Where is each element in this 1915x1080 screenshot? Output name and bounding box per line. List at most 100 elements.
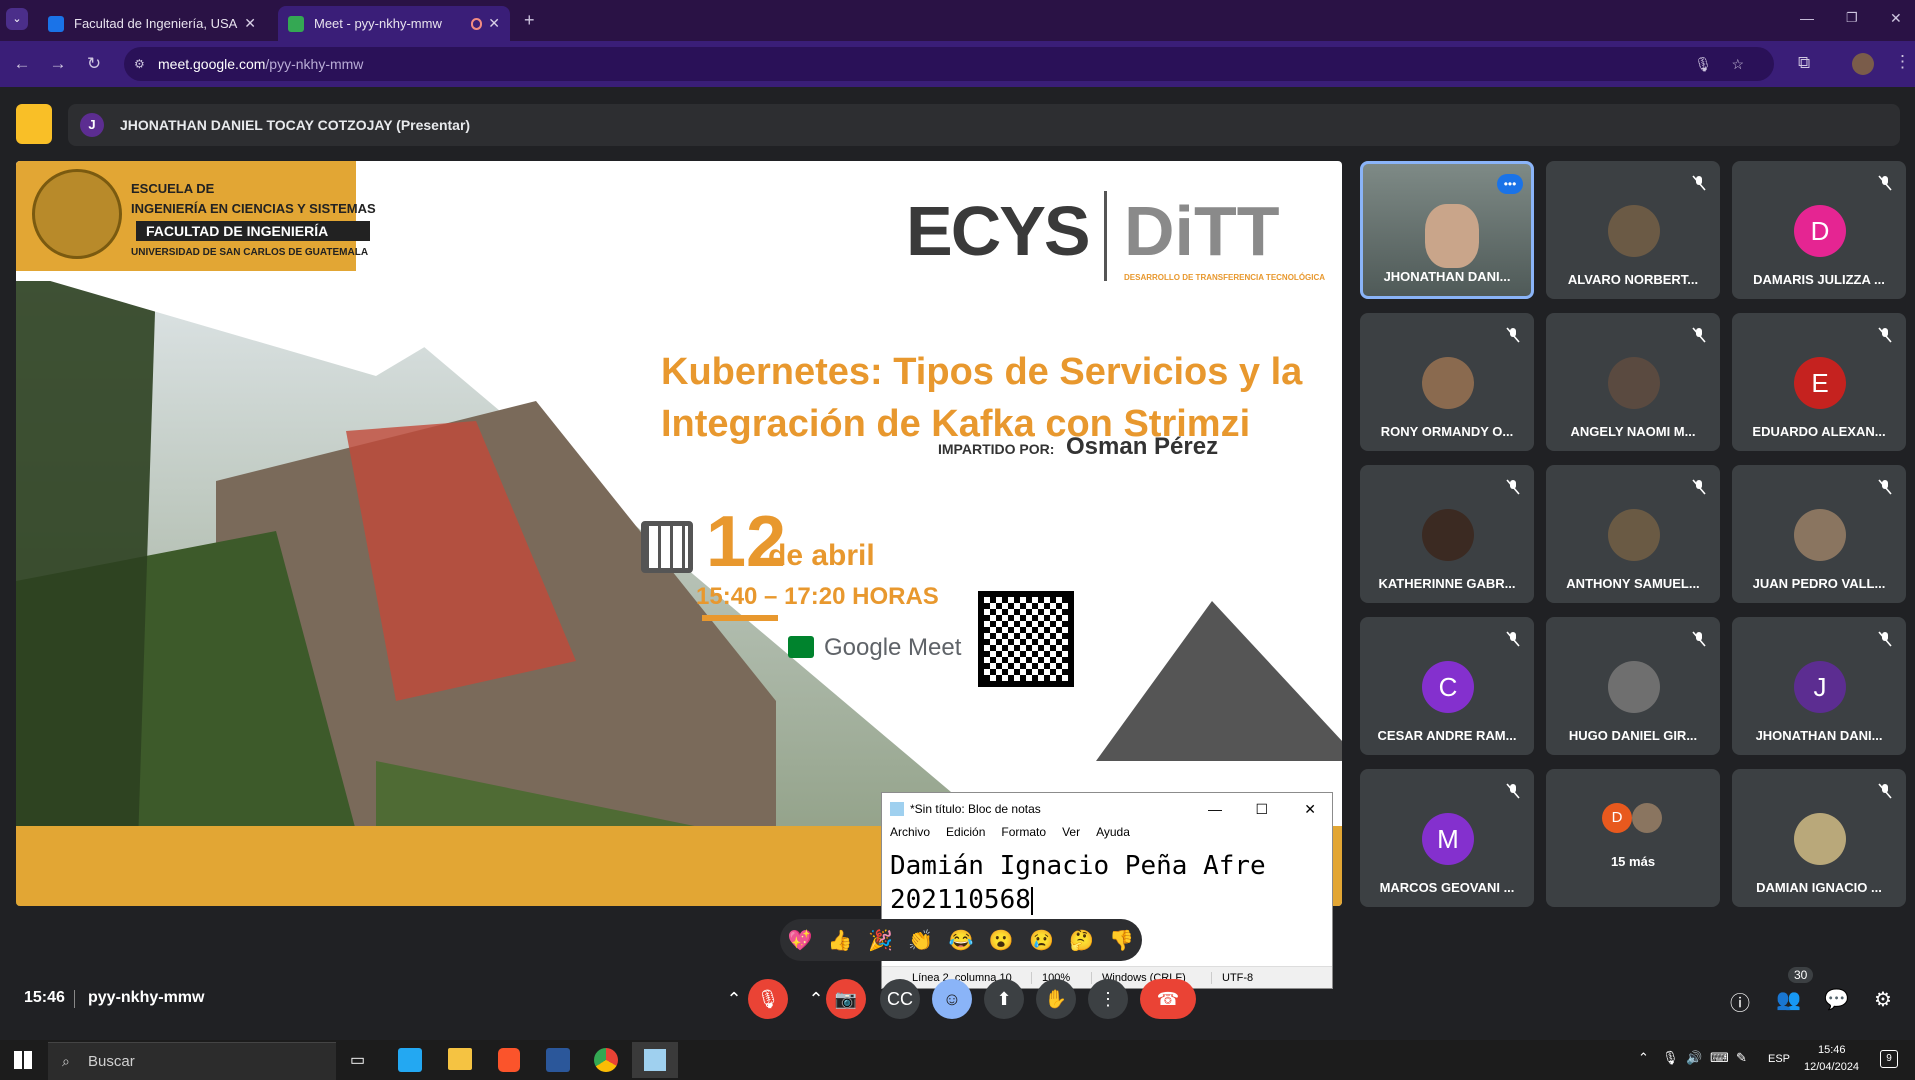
participant-tile[interactable]: J JHONATHAN DANI... — [1732, 617, 1906, 755]
participant-name: JHONATHAN DANI... — [1383, 269, 1511, 284]
close-tab-icon[interactable]: ✕ — [488, 15, 500, 32]
school-line-2: INGENIERÍA EN CIENCIAS Y SISTEMAS — [131, 201, 376, 216]
pen-icon[interactable]: ✎ — [1736, 1050, 1747, 1066]
sad-reaction-icon[interactable]: 😢 — [1029, 928, 1054, 953]
close-window-button[interactable]: ✕ — [1890, 10, 1902, 27]
thumbs-up-reaction-icon[interactable]: 👍 — [828, 928, 853, 953]
raise-hand-button[interactable]: ✋ — [1036, 979, 1076, 1019]
reload-button[interactable]: ↻ — [82, 53, 106, 75]
more-options-button[interactable]: ⋮ — [1088, 979, 1128, 1019]
captions-button[interactable]: CC — [880, 979, 920, 1019]
mic-off-button[interactable]: 🎙 — [748, 979, 788, 1019]
notification-icon[interactable]: 9 — [1880, 1050, 1898, 1068]
participant-tile[interactable]: E EDUARDO ALEXAN... — [1732, 313, 1906, 451]
close-tab-icon[interactable]: ✕ — [244, 15, 256, 32]
menu-formato[interactable]: Formato — [1001, 825, 1046, 845]
participant-tile[interactable]: D 15 más — [1546, 769, 1720, 907]
calendar-favicon-icon — [48, 15, 64, 32]
leave-call-button[interactable]: ☎ — [1140, 979, 1196, 1019]
participant-avatar — [1608, 357, 1660, 409]
participant-tile[interactable]: M MARCOS GEOVANI ... — [1360, 769, 1534, 907]
school-line-3: FACULTAD DE INGENIERÍA — [136, 221, 370, 241]
thumbs-down-reaction-icon[interactable]: 👎 — [1109, 928, 1134, 953]
microphone-icon[interactable]: 🎙 — [1694, 56, 1712, 73]
audio-options-button[interactable]: ⌃ — [724, 979, 744, 1019]
participant-tile[interactable]: ••• JHONATHAN DANI... — [1360, 161, 1534, 299]
participant-tile[interactable]: C CESAR ANDRE RAM... — [1360, 617, 1534, 755]
notepad-taskbar-icon[interactable] — [632, 1042, 678, 1078]
tile-options-icon[interactable]: ••• — [1497, 174, 1523, 194]
participant-tile[interactable]: KATHERINNE GABR... — [1360, 465, 1534, 603]
thinking-reaction-icon[interactable]: 🤔 — [1069, 928, 1094, 953]
menu-ayuda[interactable]: Ayuda — [1096, 825, 1130, 845]
site-info-icon[interactable]: ⚙ — [134, 57, 145, 71]
camera-off-button[interactable]: 📷 — [826, 979, 866, 1019]
laugh-reaction-icon[interactable]: 😂 — [949, 928, 974, 953]
speaker-name: Osman Pérez — [1066, 433, 1219, 460]
clap-reaction-icon[interactable]: 👏 — [908, 928, 933, 953]
address-bar-row: ← → ↻ ⚙ meet.google.com/pyy-nkhy-mmw 🎙 ☆… — [0, 41, 1915, 87]
taskbar-search-field[interactable]: ⌕ Buscar — [48, 1042, 336, 1080]
network-icon[interactable]: ⌨ — [1710, 1050, 1729, 1066]
participant-tile[interactable]: D DAMARIS JULIZZA ... — [1732, 161, 1906, 299]
bookmark-star-icon[interactable]: ☆ — [1731, 56, 1744, 73]
heart-reaction-icon[interactable]: 💖 — [788, 928, 813, 953]
participant-tile[interactable]: RONY ORMANDY O... — [1360, 313, 1534, 451]
new-tab-button[interactable]: + — [524, 10, 535, 31]
forward-button[interactable]: → — [46, 53, 70, 75]
stop-presenting-icon[interactable] — [16, 104, 52, 144]
minimize-button[interactable]: — — [1800, 10, 1814, 26]
windows-start-icon[interactable] — [14, 1051, 32, 1069]
notepad-titlebar[interactable]: *Sin título: Bloc de notas — ☐ ✕ — [882, 793, 1332, 825]
chrome-icon[interactable] — [594, 1048, 618, 1072]
taskbar-clock-date[interactable]: 12/04/2024 — [1804, 1061, 1859, 1073]
video-options-button[interactable]: ⌃ — [806, 979, 826, 1019]
browser-tabbar: ⌄ Facultad de Ingeniería, USAC - ✕ Meet … — [0, 0, 1915, 41]
taskbar-clock-time[interactable]: 15:46 — [1818, 1044, 1846, 1056]
chat-icon[interactable]: 💬 — [1824, 987, 1849, 1012]
participant-tile[interactable]: ALVARO NORBERT... — [1546, 161, 1720, 299]
participant-tile[interactable]: JUAN PEDRO VALL... — [1732, 465, 1906, 603]
browser-menu-icon[interactable]: ⋮ — [1894, 52, 1911, 72]
close-button[interactable]: ✕ — [1304, 801, 1316, 818]
participant-name: RONY ORMANDY O... — [1380, 424, 1514, 439]
tab-facultad[interactable]: Facultad de Ingeniería, USAC - ✕ — [38, 6, 266, 41]
maximize-button[interactable]: ☐ — [1255, 801, 1268, 818]
participant-tile[interactable]: ANTHONY SAMUEL... — [1546, 465, 1720, 603]
task-view-icon[interactable]: ▭ — [350, 1050, 365, 1070]
word-icon[interactable] — [546, 1048, 570, 1072]
presenter-avatar: J — [80, 113, 104, 137]
participant-tile[interactable]: DAMIAN IGNACIO ... — [1732, 769, 1906, 907]
people-icon[interactable]: 👥 — [1776, 987, 1801, 1012]
text-line-2: 202110568 — [890, 885, 1031, 915]
surprised-reaction-icon[interactable]: 😮 — [989, 928, 1014, 953]
vscode-icon[interactable] — [398, 1048, 422, 1072]
tray-chevron-icon[interactable]: ⌃ — [1638, 1050, 1649, 1066]
brave-icon[interactable] — [498, 1048, 520, 1072]
activities-icon[interactable]: ⚙ — [1874, 987, 1892, 1012]
profile-avatar[interactable] — [1852, 53, 1874, 75]
participant-name: 15 más — [1610, 854, 1656, 869]
minimize-button[interactable]: — — [1208, 801, 1222, 817]
extensions-icon[interactable]: ⧉ — [1798, 53, 1810, 73]
restore-button[interactable]: ❐ — [1846, 10, 1858, 26]
emoji-button[interactable]: ☺ — [932, 979, 972, 1019]
participant-tile[interactable]: ANGELY NAOMI M... — [1546, 313, 1720, 451]
tab-meet[interactable]: Meet - pyy-nkhy-mmw ✕ — [278, 6, 510, 41]
file-explorer-icon[interactable] — [448, 1048, 472, 1070]
notepad-text-area[interactable]: Damián Ignacio Peña Afre 202110568 — [882, 845, 1332, 921]
participant-tile[interactable]: HUGO DANIEL GIR... — [1546, 617, 1720, 755]
meeting-info-icon[interactable]: ⓘ — [1730, 987, 1750, 1016]
party-reaction-icon[interactable]: 🎉 — [868, 928, 893, 953]
language-indicator[interactable]: ESP — [1768, 1053, 1790, 1065]
present-screen-button[interactable]: ⬆ — [984, 979, 1024, 1019]
volume-icon[interactable]: 🔊 — [1686, 1050, 1702, 1066]
url-field[interactable]: ⚙ meet.google.com/pyy-nkhy-mmw 🎙 ☆ — [124, 47, 1774, 81]
menu-ver[interactable]: Ver — [1062, 825, 1080, 845]
meeting-code: pyy-nkhy-mmw — [88, 989, 205, 1006]
back-button[interactable]: ← — [10, 53, 34, 75]
time-underline — [702, 615, 778, 621]
menu-edicion[interactable]: Edición — [946, 825, 985, 845]
tab-search-button[interactable]: ⌄ — [6, 8, 28, 30]
menu-archivo[interactable]: Archivo — [890, 825, 930, 845]
